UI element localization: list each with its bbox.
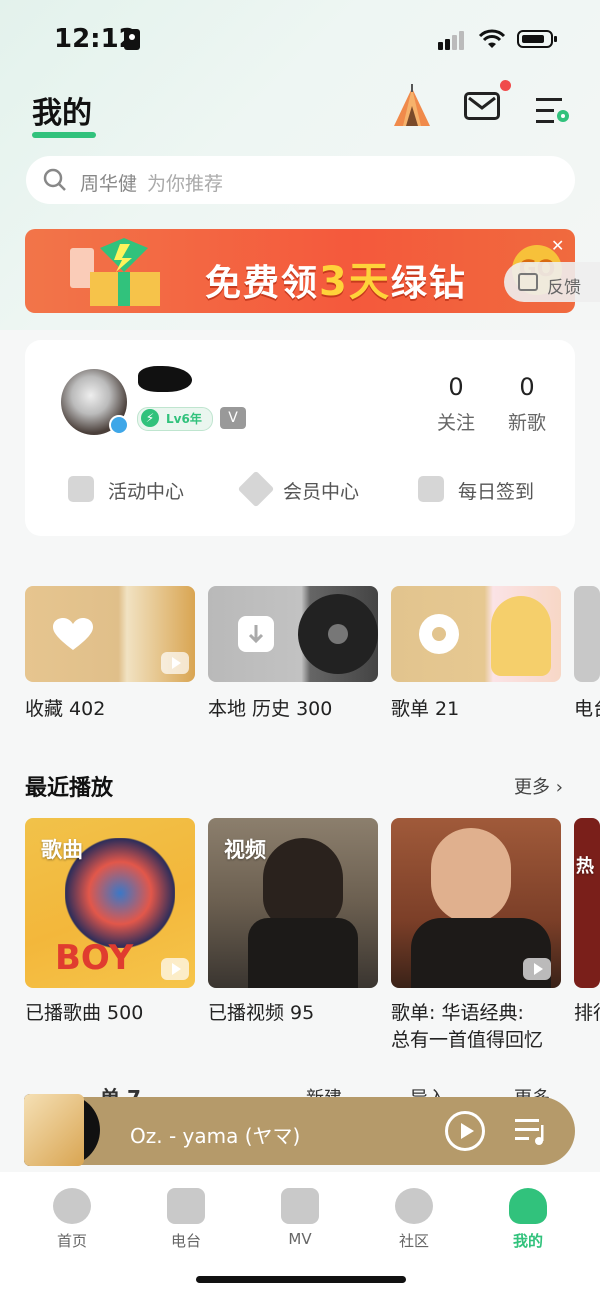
- battery-icon: [517, 30, 557, 48]
- local-history-tile[interactable]: [208, 586, 378, 682]
- download-icon: [238, 616, 274, 652]
- page-title[interactable]: 我的: [32, 88, 92, 132]
- search-keyword: 周华健: [80, 173, 138, 195]
- id-card-icon: [124, 29, 140, 50]
- lightning-icon: ⚡: [141, 409, 159, 427]
- jacket-shape: [248, 918, 358, 988]
- video-tag: 视频: [224, 838, 266, 862]
- music-note-icon: [53, 1188, 91, 1224]
- played-videos-tile[interactable]: 视频: [208, 818, 378, 988]
- tab-home[interactable]: 首页: [32, 1188, 112, 1251]
- tab-mv[interactable]: MV: [260, 1188, 340, 1248]
- feedback-label: 反馈: [547, 278, 581, 298]
- disc-icon: [419, 614, 459, 654]
- close-icon[interactable]: ✕: [551, 236, 564, 255]
- notification-dot: [500, 80, 511, 91]
- title-underline: [32, 132, 96, 138]
- daily-checkin-link[interactable]: 每日签到: [458, 477, 534, 504]
- profile-card: [25, 340, 575, 536]
- recent-more-link[interactable]: 更多 ›: [514, 773, 563, 799]
- new-songs-count[interactable]: 0: [497, 373, 557, 401]
- hot-tag: 热: [576, 856, 594, 877]
- tab-radio[interactable]: 电台: [146, 1188, 226, 1251]
- signal-icon: [438, 31, 466, 50]
- favorites-tile[interactable]: [25, 586, 195, 682]
- album-art[interactable]: [24, 1094, 84, 1166]
- play-button[interactable]: [445, 1111, 485, 1151]
- new-songs-label[interactable]: 新歌: [497, 408, 557, 435]
- wifi-icon: [478, 29, 506, 48]
- played-songs-tile[interactable]: BOY 歌曲: [25, 818, 195, 988]
- playlist-classic-label[interactable]: 歌单: 华语经典: 总有一首值得回忆: [391, 1000, 571, 1054]
- playlist-label[interactable]: 歌单 21: [391, 694, 459, 721]
- radio-label[interactable]: 电台: [574, 694, 600, 721]
- person-icon: [509, 1188, 547, 1224]
- play-icon: [161, 652, 189, 674]
- singer-photo: [431, 828, 511, 923]
- video-play-icon: [281, 1188, 319, 1224]
- tab-community[interactable]: 社区: [374, 1188, 454, 1251]
- play-icon: [523, 958, 551, 980]
- chart-label[interactable]: 排行: [574, 1000, 600, 1027]
- anime-art: [491, 596, 551, 676]
- menu-settings-icon[interactable]: [536, 96, 570, 126]
- calendar-check-icon: [418, 476, 444, 502]
- cube-icon: [68, 476, 94, 502]
- played-videos-label[interactable]: 已播视频 95: [208, 1000, 314, 1027]
- tent-icon[interactable]: [390, 84, 434, 130]
- playlist-queue-icon[interactable]: [515, 1115, 549, 1147]
- local-history-label[interactable]: 本地 历史 300: [208, 694, 332, 721]
- radio-tile[interactable]: [574, 586, 600, 682]
- play-icon: [161, 958, 189, 980]
- vip-center-link[interactable]: 会员中心: [283, 477, 359, 504]
- playlist-tile[interactable]: [391, 586, 561, 682]
- message-icon[interactable]: [464, 92, 500, 120]
- promo-text: 免费领3天绿钻: [205, 259, 467, 305]
- search-icon: [43, 168, 66, 191]
- chart-tile[interactable]: 热: [574, 818, 600, 988]
- activity-center-link[interactable]: 活动中心: [108, 477, 184, 504]
- following-count[interactable]: 0: [426, 373, 486, 401]
- following-label[interactable]: 关注: [426, 408, 486, 435]
- tab-mine[interactable]: 我的: [488, 1188, 568, 1251]
- home-indicator: [196, 1276, 406, 1283]
- played-songs-label[interactable]: 已播歌曲 500: [25, 1000, 143, 1027]
- avatar-badge: [109, 415, 129, 435]
- search-placeholder[interactable]: 周华健 为你推荐: [80, 169, 223, 196]
- feedback-icon: [518, 273, 538, 291]
- now-playing-title[interactable]: Oz. - yama (ヤマ): [130, 1120, 300, 1149]
- song-tag: 歌曲: [41, 838, 83, 862]
- gift-box-icon: [70, 238, 160, 306]
- person-photo: [263, 838, 343, 928]
- level-text: Lv6年: [166, 412, 202, 426]
- search-hint: 为你推荐: [147, 173, 224, 195]
- v-badge-icon[interactable]: V: [220, 407, 246, 429]
- recent-title: 最近播放: [25, 776, 114, 801]
- favorites-label[interactable]: 收藏 402: [25, 694, 105, 721]
- vinyl-disc-icon: [298, 594, 378, 674]
- heart-icon: [53, 618, 93, 650]
- boy-art-text: BOY: [55, 938, 134, 978]
- playlist-classic-tile[interactable]: [391, 818, 561, 988]
- radio-icon: [167, 1188, 205, 1224]
- username-redacted[interactable]: [138, 366, 192, 392]
- community-icon: [395, 1188, 433, 1224]
